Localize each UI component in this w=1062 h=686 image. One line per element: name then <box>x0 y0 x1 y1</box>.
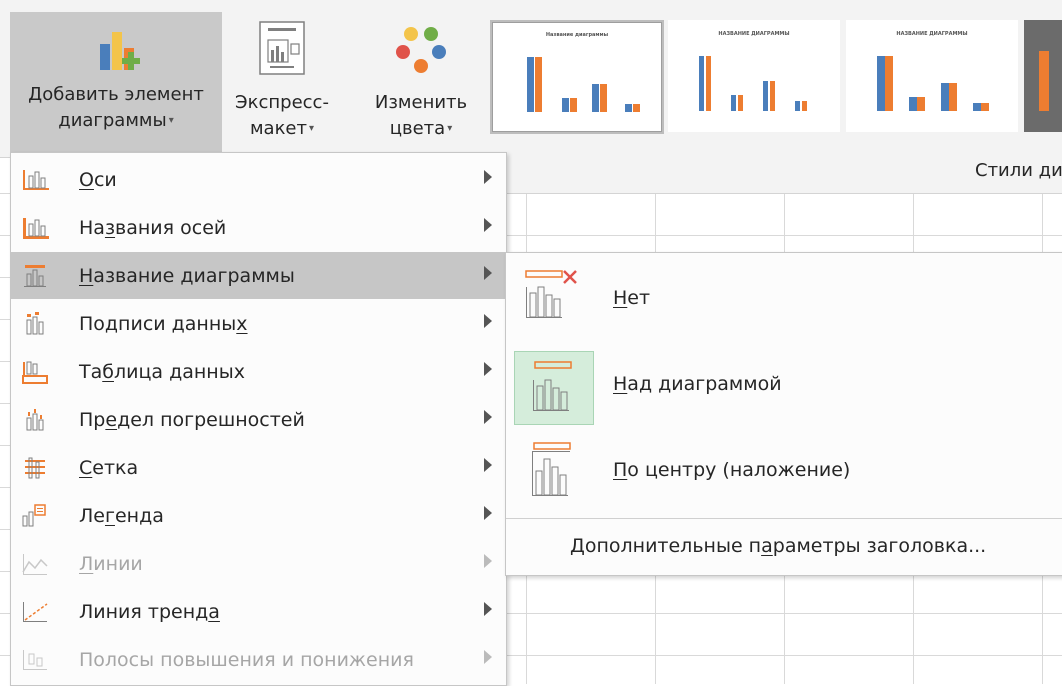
menu-item-label: Подписи данных <box>79 312 248 335</box>
legend-icon <box>22 503 46 526</box>
add-chart-element-button[interactable]: Добавить элемент диаграммы ▾ <box>10 12 222 157</box>
menu-item-label: Названия осей <box>79 216 227 239</box>
submenu-separator <box>506 518 1062 519</box>
submenu-arrow-icon <box>484 170 492 184</box>
chart-styles-gallery: Название диаграммы НАЗВАНИЕ ДИАГРАММЫ НА… <box>485 20 1062 138</box>
trendline-icon <box>23 601 48 622</box>
submenu-arrow-icon <box>484 410 492 424</box>
error-bars-icon <box>26 408 44 430</box>
add-chart-element-menu: Оси Названия осей Название диаграммы Под… <box>10 152 507 686</box>
chart-style-thumb-title: НАЗВАНИЕ ДИАГРАММЫ <box>896 31 968 37</box>
above-chart-icon <box>514 351 594 425</box>
menu-item-data-table[interactable]: Таблица данных <box>11 348 506 395</box>
submenu-item-no-title[interactable]: Нет <box>506 261 1062 341</box>
more-title-options-item[interactable]: Дополнительные параметры заголовка... <box>570 535 986 557</box>
submenu-item-label: По центру (наложение) <box>613 459 851 481</box>
up-down-bars-icon <box>23 649 47 670</box>
chart-styles-group-label: Стили ди <box>975 160 1062 181</box>
submenu-item-label: Нет <box>613 287 651 309</box>
submenu-arrow-icon <box>484 266 492 280</box>
menu-item-legend[interactable]: Легенда <box>11 492 506 539</box>
menu-item-axes[interactable]: Оси <box>11 156 506 203</box>
change-colors-button[interactable]: Изменить цвета ▾ <box>362 12 480 142</box>
chart-style-thumb-1[interactable]: Название диаграммы <box>490 20 664 134</box>
chart-style-thumb-2[interactable]: НАЗВАНИЕ ДИАГРАММЫ <box>668 20 840 132</box>
submenu-arrow-icon <box>484 650 492 664</box>
submenu-item-above-chart[interactable]: Над диаграммой <box>506 347 1062 427</box>
menu-item-label: Название диаграммы <box>79 264 295 287</box>
no-title-icon <box>525 270 577 318</box>
menu-item-label: Полосы повышения и понижения <box>79 648 414 671</box>
lines-icon <box>22 553 48 575</box>
chart-title-icon <box>24 264 46 287</box>
ribbon: Добавить элемент диаграммы ▾ Экспресс- ма… <box>0 0 1062 158</box>
express-layout-label-2: макет <box>249 118 307 139</box>
quick-layout-icon <box>259 21 305 75</box>
dropdown-caret-icon: ▾ <box>309 123 315 134</box>
gridlines-icon <box>25 457 45 478</box>
add-chart-element-label-1: Добавить элемент <box>28 84 204 105</box>
chart-style-thumb-title: Название диаграммы <box>545 32 609 38</box>
menu-item-label: Сетка <box>79 456 139 479</box>
menu-item-label: Легенда <box>79 504 164 527</box>
menu-item-chart-title[interactable]: Название диаграммы <box>11 252 506 299</box>
data-table-icon <box>22 361 48 384</box>
data-labels-icon <box>26 311 44 334</box>
express-layout-button[interactable]: Экспресс- макет ▾ <box>222 12 342 142</box>
submenu-arrow-icon <box>484 218 492 232</box>
menu-item-label: Таблица данных <box>79 360 245 383</box>
chart-style-thumb-3[interactable]: НАЗВАНИЕ ДИАГРАММЫ <box>846 20 1018 132</box>
add-chart-element-label-2: диаграммы <box>58 110 167 131</box>
color-palette-icon <box>396 27 446 73</box>
change-colors-label-2: цвета <box>389 118 446 139</box>
axes-icon <box>23 169 49 190</box>
menu-item-up-down-bars: Полосы повышения и понижения <box>11 636 506 683</box>
submenu-arrow-icon <box>484 314 492 328</box>
menu-item-error-bars[interactable]: Предел погрешностей <box>11 396 506 443</box>
menu-item-data-labels[interactable]: Подписи данных <box>11 300 506 347</box>
submenu-arrow-icon <box>484 554 492 568</box>
submenu-item-centered-overlay[interactable]: По центру (наложение) <box>506 433 1062 513</box>
menu-item-trendline[interactable]: Линия тренда <box>11 588 506 635</box>
menu-item-label: Линия тренда <box>79 600 220 623</box>
chart-title-submenu: Дополнительные параметры заголовка... Не… <box>505 252 1062 576</box>
dropdown-caret-icon: ▾ <box>447 123 453 134</box>
chart-style-thumb-4[interactable] <box>1024 20 1062 132</box>
submenu-arrow-icon <box>484 506 492 520</box>
menu-item-label: Линии <box>79 552 143 575</box>
menu-item-label: Оси <box>79 168 117 191</box>
dropdown-caret-icon: ▾ <box>168 115 174 126</box>
submenu-arrow-icon <box>484 362 492 376</box>
submenu-arrow-icon <box>484 458 492 472</box>
express-layout-label-1: Экспресс- <box>235 92 329 113</box>
add-chart-element-icon <box>100 32 140 70</box>
chart-style-thumb-title: НАЗВАНИЕ ДИАГРАММЫ <box>718 31 790 37</box>
change-colors-label-1: Изменить <box>374 92 468 113</box>
menu-item-lines: Линии <box>11 540 506 587</box>
menu-item-axis-titles[interactable]: Названия осей <box>11 204 506 251</box>
axis-titles-icon <box>23 217 49 239</box>
menu-item-gridlines[interactable]: Сетка <box>11 444 506 491</box>
menu-item-label: Предел погрешностей <box>79 408 305 431</box>
centered-overlay-icon <box>532 442 571 496</box>
submenu-item-label: Над диаграммой <box>613 373 782 395</box>
submenu-arrow-icon <box>484 602 492 616</box>
